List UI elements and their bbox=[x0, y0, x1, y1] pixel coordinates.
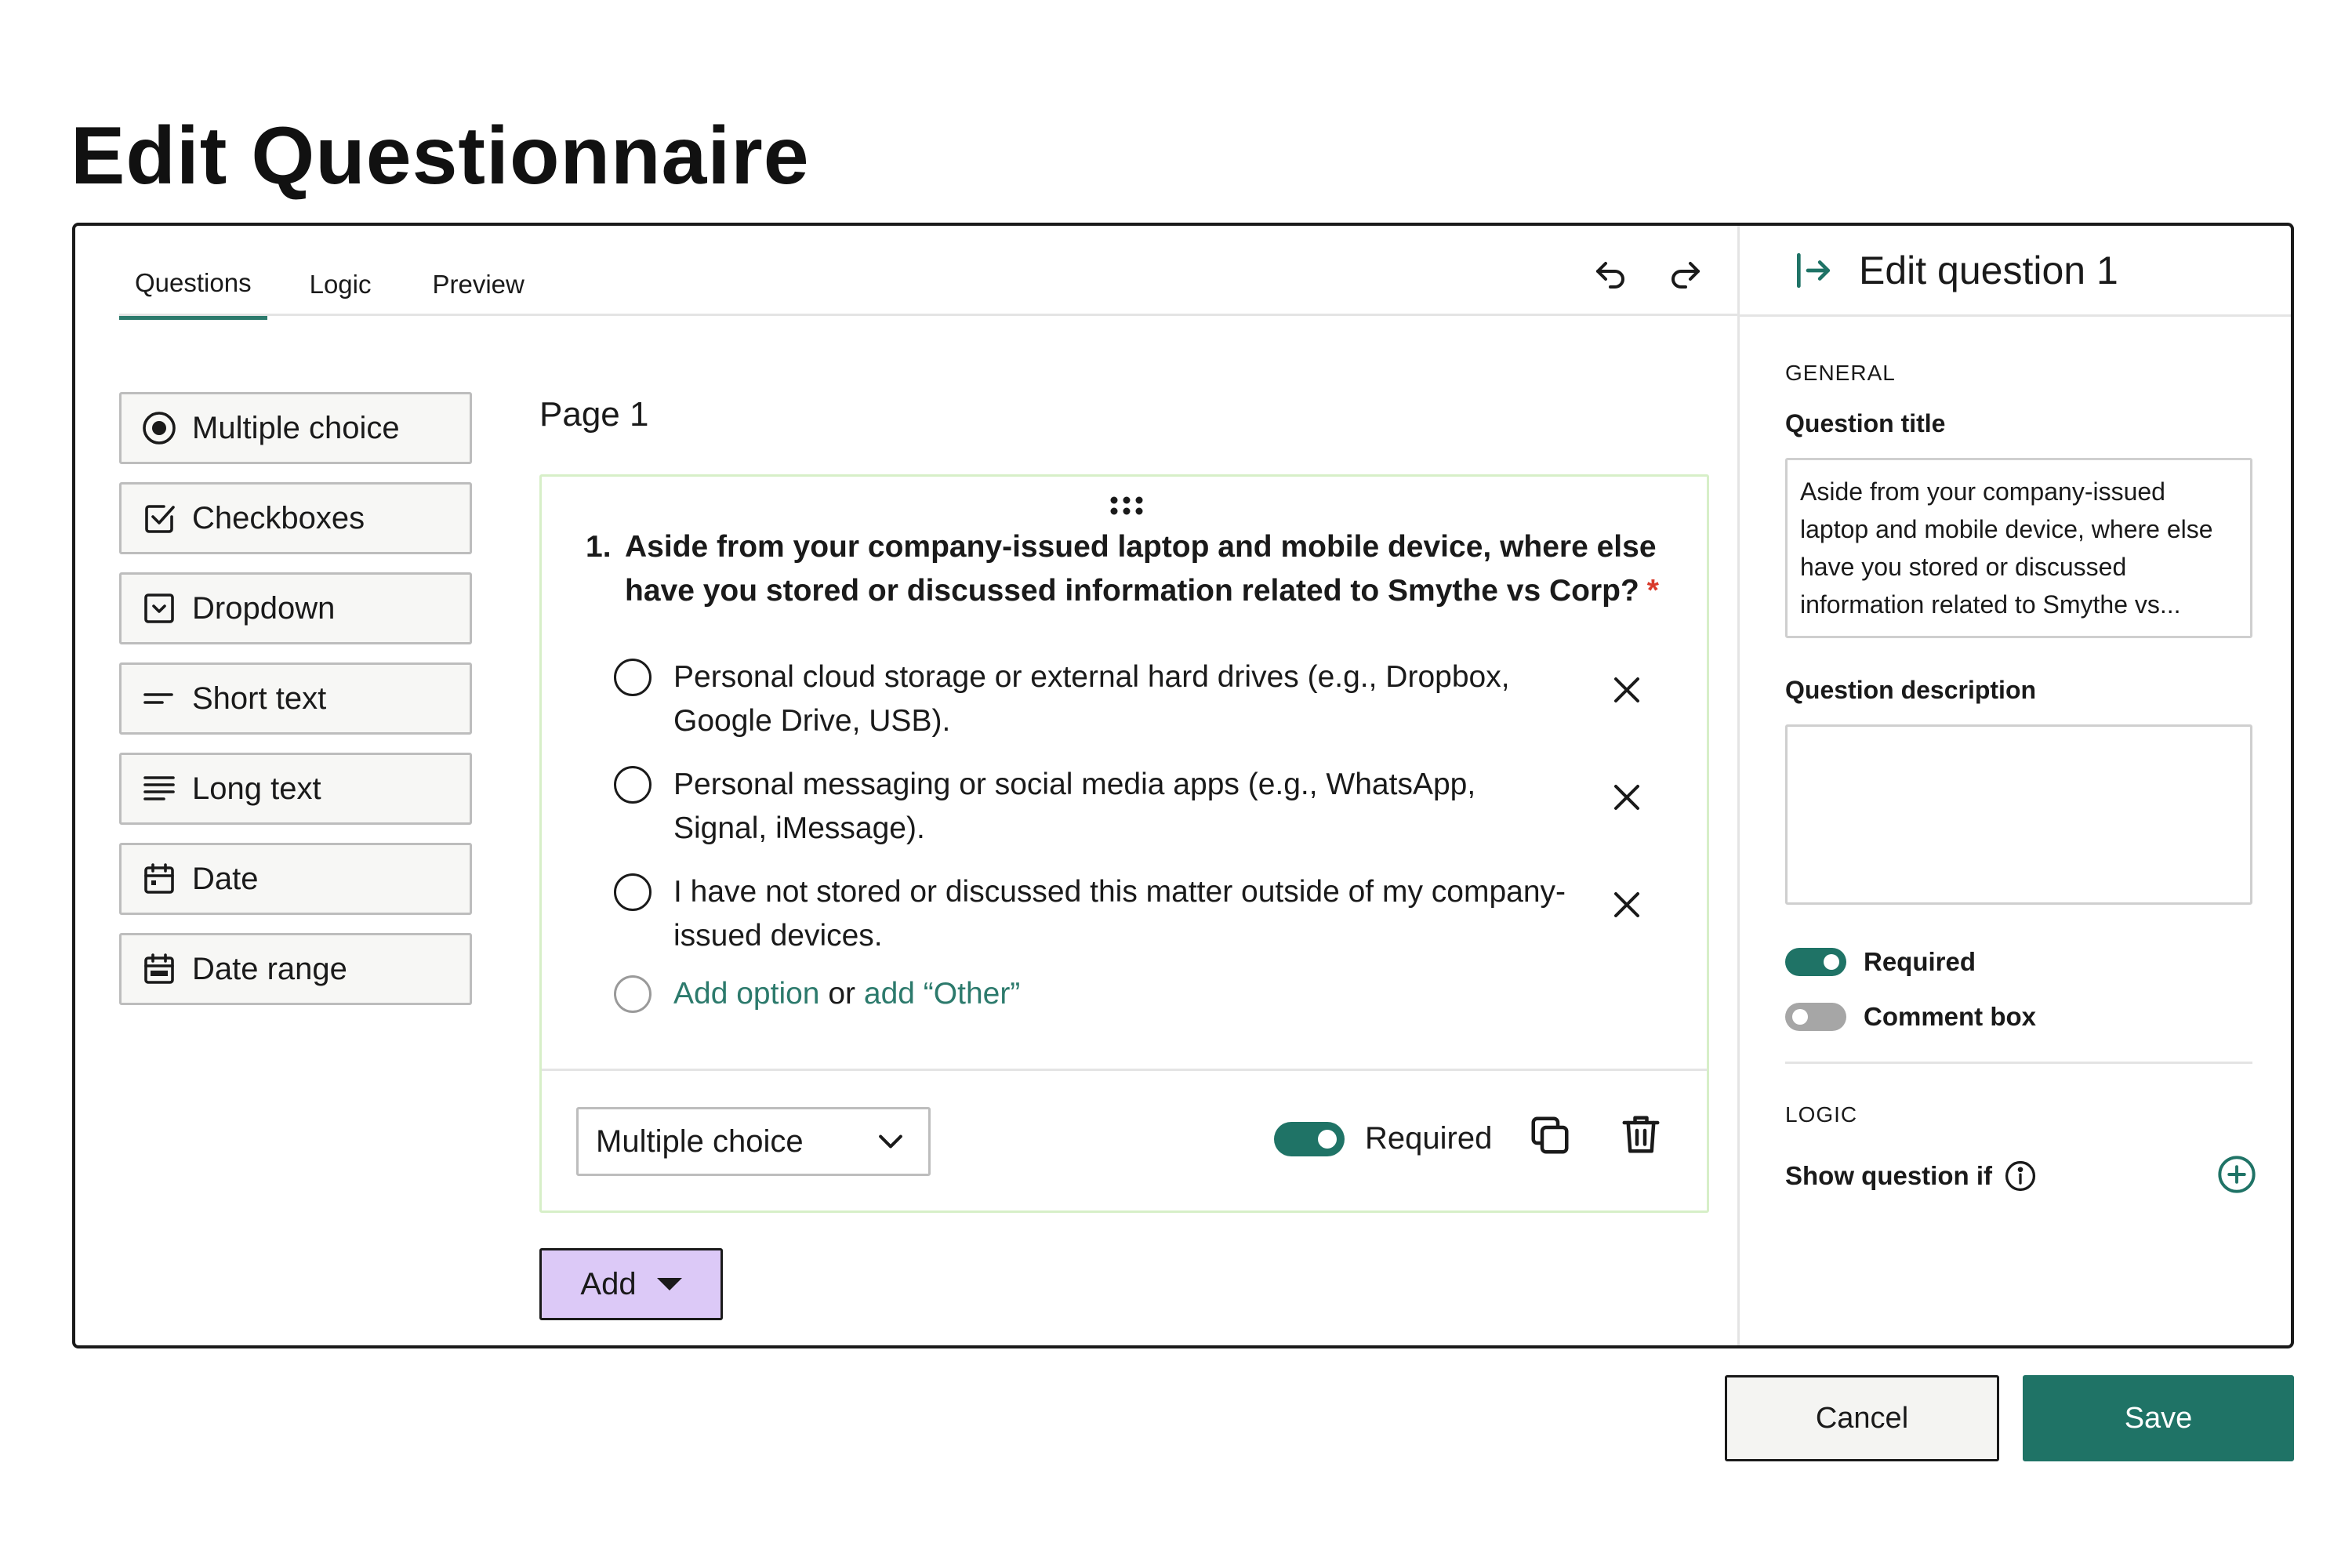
required-toggle-row: Required bbox=[1274, 1121, 1492, 1156]
radio-icon bbox=[140, 409, 178, 447]
tab-logic[interactable]: Logic bbox=[291, 249, 390, 320]
palette-multiple-choice[interactable]: Multiple choice bbox=[119, 392, 472, 464]
trash-icon bbox=[1622, 1116, 1660, 1153]
question-description-input[interactable] bbox=[1785, 724, 2252, 905]
palette-date[interactable]: Date bbox=[119, 843, 472, 915]
palette-label: Multiple choice bbox=[192, 410, 400, 445]
chevron-down-icon bbox=[879, 1134, 902, 1149]
palette-label: Checkboxes bbox=[192, 500, 365, 535]
add-option-link[interactable]: Add option bbox=[673, 977, 820, 1011]
required-marker: * bbox=[1646, 574, 1659, 608]
drag-handle[interactable] bbox=[1108, 494, 1145, 521]
option-row: Personal cloud storage or external hard … bbox=[614, 655, 1664, 743]
question-title[interactable]: 1. Aside from your company-issued laptop… bbox=[586, 525, 1668, 613]
or-text: or bbox=[828, 977, 856, 1011]
card-footer-divider bbox=[542, 1069, 1707, 1071]
palette-label: Date bbox=[192, 861, 259, 896]
tabs-divider bbox=[119, 314, 1737, 316]
questionnaire-editor: Questions Logic Preview Multiple choice … bbox=[72, 223, 2294, 1348]
duplicate-button[interactable] bbox=[1526, 1112, 1573, 1163]
logic-section-label: LOGIC bbox=[1785, 1102, 1858, 1127]
question-title-text: Aside from your company-issued laptop an… bbox=[625, 530, 1659, 608]
redo-button[interactable] bbox=[1665, 256, 1706, 296]
undo-button[interactable] bbox=[1590, 256, 1631, 296]
palette-checkboxes[interactable]: Checkboxes bbox=[119, 482, 472, 554]
panel-required-toggle[interactable] bbox=[1785, 948, 1846, 976]
option-text[interactable]: Personal cloud storage or external hard … bbox=[673, 655, 1567, 743]
panel-header: Edit question 1 bbox=[1740, 226, 2291, 317]
undo-icon bbox=[1596, 262, 1624, 289]
comment-box-label: Comment box bbox=[1864, 1002, 2037, 1031]
comment-box-toggle[interactable] bbox=[1785, 1003, 1846, 1031]
question-type-select[interactable]: Multiple choice bbox=[576, 1107, 931, 1176]
info-icon[interactable] bbox=[2003, 1159, 2038, 1193]
option-row: I have not stored or discussed this matt… bbox=[614, 870, 1664, 958]
show-question-if-label: Show question if bbox=[1785, 1161, 1992, 1190]
page-title: Edit Questionnaire bbox=[71, 111, 810, 201]
remove-option-icon[interactable] bbox=[1608, 886, 1646, 924]
panel-required-label: Required bbox=[1864, 947, 1976, 976]
save-button[interactable]: Save bbox=[2023, 1375, 2294, 1461]
panel-divider bbox=[1785, 1062, 2252, 1064]
dropdown-icon bbox=[140, 590, 178, 627]
short-text-icon bbox=[140, 680, 178, 717]
tab-questions[interactable]: Questions bbox=[119, 249, 267, 320]
required-label: Required bbox=[1365, 1121, 1493, 1156]
question-title-input[interactable]: Aside from your company-issued laptop an… bbox=[1785, 458, 2252, 638]
general-section-label: GENERAL bbox=[1785, 361, 1896, 385]
edit-question-panel: Edit question 1 GENERAL Question title A… bbox=[1737, 226, 2291, 1345]
show-question-if-row: Show question if bbox=[1785, 1159, 2038, 1193]
add-option-text: Add option or add “Other” bbox=[673, 972, 1020, 1016]
question-description-label: Question description bbox=[1785, 676, 2037, 704]
editor-main: Questions Logic Preview Multiple choice … bbox=[75, 226, 1737, 1345]
option-text[interactable]: Personal messaging or social media apps … bbox=[673, 763, 1567, 851]
question-type-palette: Multiple choice Checkboxes Dropdown Shor… bbox=[119, 392, 472, 1023]
checkbox-icon bbox=[140, 499, 178, 537]
collapse-panel-icon[interactable] bbox=[1791, 249, 1835, 292]
palette-label: Date range bbox=[192, 951, 347, 986]
palette-label: Dropdown bbox=[192, 590, 336, 626]
option-row: Personal messaging or social media apps … bbox=[614, 763, 1664, 851]
required-toggle[interactable] bbox=[1274, 1121, 1345, 1156]
panel-title: Edit question 1 bbox=[1859, 248, 2118, 292]
calendar-range-icon bbox=[140, 950, 178, 988]
palette-short-text[interactable]: Short text bbox=[119, 662, 472, 735]
palette-dropdown[interactable]: Dropdown bbox=[119, 572, 472, 644]
question-title-label: Question title bbox=[1785, 409, 1946, 437]
comment-box-row: Comment box bbox=[1785, 1002, 2036, 1032]
calendar-icon bbox=[140, 860, 178, 898]
history-controls bbox=[1590, 256, 1706, 296]
copy-icon bbox=[1531, 1116, 1569, 1154]
add-question-button[interactable]: Add bbox=[539, 1248, 723, 1320]
question-number: 1. bbox=[586, 530, 612, 564]
option-radio[interactable] bbox=[614, 766, 652, 804]
cancel-button[interactable]: Cancel bbox=[1725, 1375, 1999, 1461]
option-text[interactable]: I have not stored or discussed this matt… bbox=[673, 870, 1567, 958]
delete-button[interactable] bbox=[1617, 1110, 1664, 1163]
add-other-link[interactable]: add “Other” bbox=[864, 977, 1020, 1011]
drag-handle-icon bbox=[1110, 496, 1143, 515]
add-button-label: Add bbox=[580, 1266, 637, 1301]
add-option-row: Add option or add “Other” bbox=[614, 972, 1664, 1016]
add-logic-icon[interactable] bbox=[2216, 1154, 2257, 1195]
palette-long-text[interactable]: Long text bbox=[119, 753, 472, 825]
option-radio[interactable] bbox=[614, 659, 652, 696]
redo-icon bbox=[1671, 262, 1700, 289]
editor-tabs: Questions Logic Preview bbox=[119, 249, 567, 320]
option-radio-placeholder bbox=[614, 975, 652, 1013]
page-label: Page 1 bbox=[539, 395, 649, 434]
caret-down-icon bbox=[656, 1278, 682, 1290]
palette-label: Short text bbox=[192, 681, 327, 716]
palette-label: Long text bbox=[192, 771, 321, 806]
panel-required-row: Required bbox=[1785, 947, 1976, 977]
option-radio[interactable] bbox=[614, 873, 652, 911]
palette-date-range[interactable]: Date range bbox=[119, 933, 472, 1005]
remove-option-icon[interactable] bbox=[1608, 671, 1646, 709]
question-card[interactable]: 1. Aside from your company-issued laptop… bbox=[539, 474, 1709, 1213]
long-text-icon bbox=[140, 770, 178, 808]
remove-option-icon[interactable] bbox=[1608, 779, 1646, 816]
question-type-value: Multiple choice bbox=[596, 1123, 804, 1159]
tab-preview[interactable]: Preview bbox=[413, 249, 543, 320]
